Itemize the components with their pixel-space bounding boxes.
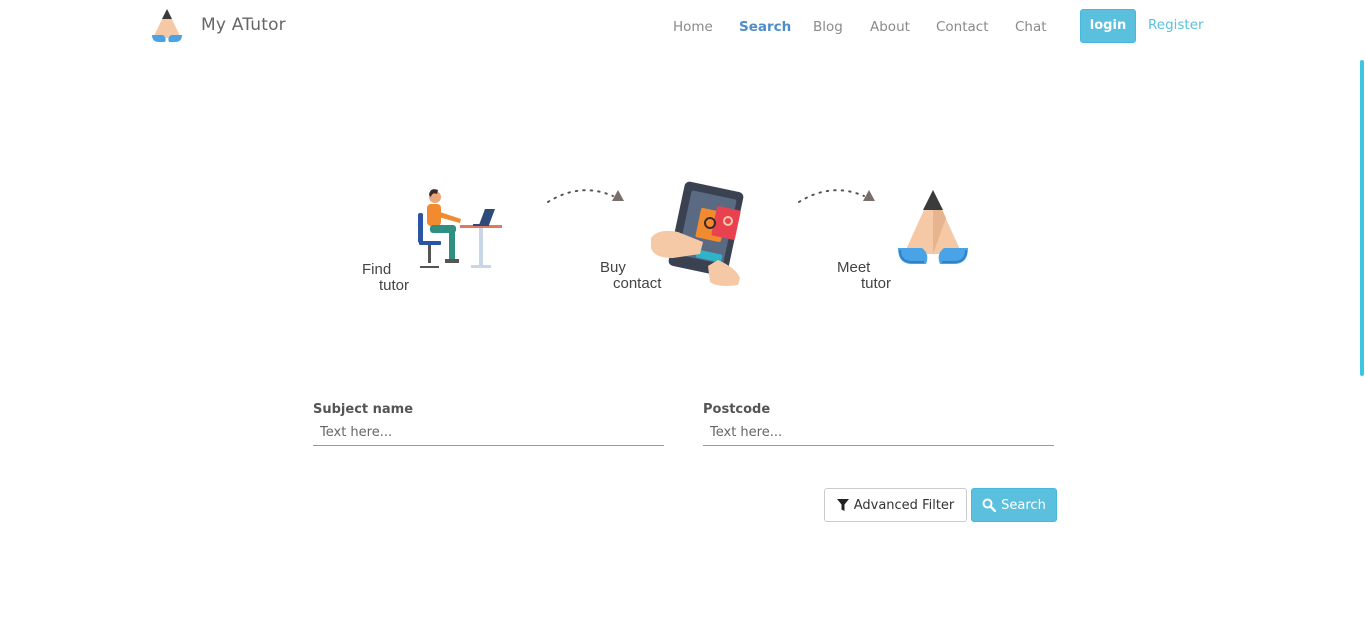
brand-name: My ATutor xyxy=(201,15,286,35)
filter-icon xyxy=(836,498,849,512)
postcode-label: Postcode xyxy=(703,402,771,417)
postcode-input[interactable] xyxy=(703,420,1054,446)
search-icon xyxy=(982,498,997,512)
navbar: My ATutor Home Search Blog About Contact… xyxy=(0,0,1365,56)
dotted-arrow-icon xyxy=(547,189,624,203)
advanced-filter-label: Advanced Filter xyxy=(853,497,955,513)
search-button-label: Search xyxy=(1001,497,1046,513)
nav-chat[interactable]: Chat xyxy=(1015,19,1047,35)
nav-blog[interactable]: Blog xyxy=(813,19,843,35)
tablet-contact-icon xyxy=(651,181,744,286)
atutor-logo-icon xyxy=(898,190,968,264)
nav-about[interactable]: About xyxy=(870,19,910,35)
scrollbar-thumb[interactable] xyxy=(1360,60,1364,376)
step-find-tutor-label: Find tutor xyxy=(362,262,409,294)
subject-name-input[interactable] xyxy=(313,420,664,446)
atutor-pencil-logo-icon xyxy=(152,9,182,42)
search-button[interactable]: Search xyxy=(971,488,1057,522)
step-1-line2: tutor xyxy=(379,277,410,294)
advanced-filter-button[interactable]: Advanced Filter xyxy=(824,488,967,522)
subject-name-label: Subject name xyxy=(313,402,414,417)
step-2-line2: contact xyxy=(613,275,662,292)
login-button[interactable]: login xyxy=(1080,9,1136,43)
step-1-line1: Find xyxy=(362,261,392,278)
step-2-line1: Buy xyxy=(600,259,626,276)
step-3-line2: tutor xyxy=(861,275,892,292)
step-meet-tutor-label: Meet tutor xyxy=(837,260,891,292)
nav-contact[interactable]: Contact xyxy=(936,19,989,35)
step-buy-contact-label: Buy contact xyxy=(600,260,661,292)
how-it-works-steps: Find tutor Buy contact Meet tutor xyxy=(340,170,1020,310)
person-at-desk-icon xyxy=(418,189,502,268)
step-3-line1: Meet xyxy=(837,259,871,276)
nav-search[interactable]: Search xyxy=(739,19,791,35)
register-link[interactable]: Register xyxy=(1148,17,1204,33)
dotted-arrow-icon xyxy=(798,189,875,203)
brand[interactable]: My ATutor xyxy=(150,8,286,42)
nav-home[interactable]: Home xyxy=(673,19,713,35)
